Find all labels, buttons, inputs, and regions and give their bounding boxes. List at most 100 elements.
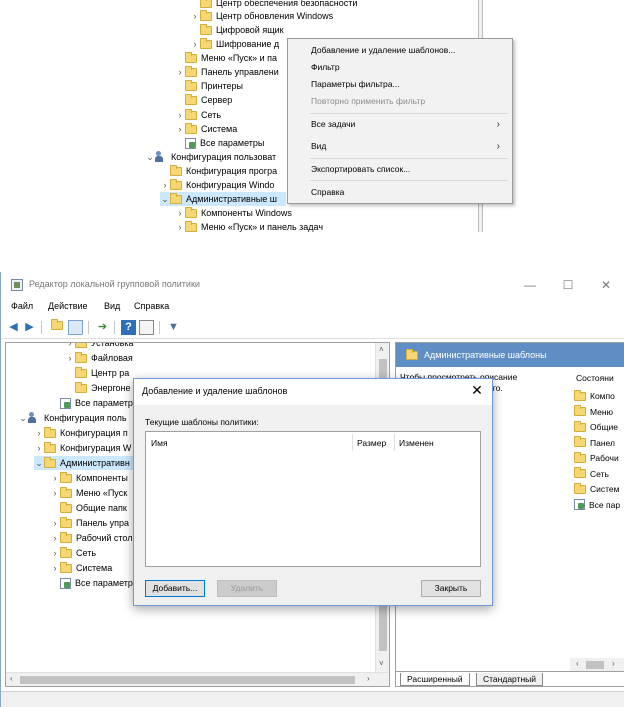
chevron-down-icon[interactable]: ⌄ <box>160 192 170 206</box>
title-bar[interactable]: Редактор локальной групповой политики — … <box>1 272 624 298</box>
ctx-add-remove-templates[interactable]: Добавление и удаление шаблонов... <box>288 42 512 59</box>
tree-item[interactable]: Все параметры <box>175 136 264 150</box>
help-icon[interactable]: ? <box>121 320 136 335</box>
chevron-right-icon[interactable]: › <box>65 343 75 350</box>
list-item[interactable]: Сеть <box>574 467 609 481</box>
forward-arrow-icon[interactable]: ▶ <box>22 320 37 335</box>
chevron-right-icon[interactable]: › <box>50 546 60 560</box>
tree-item[interactable]: Меню «Пуск» и па <box>175 51 277 65</box>
minimize-button[interactable]: — <box>515 276 545 294</box>
tree-item[interactable]: Все параметр <box>50 396 133 410</box>
right-horizontal-scrollbar[interactable]: ‹ › <box>570 658 624 672</box>
tree-item[interactable]: ⌄ Конфигурация поль <box>18 411 127 425</box>
tree-item[interactable]: › Шифрование д <box>190 37 279 51</box>
tree-item[interactable]: Энергоне <box>65 381 131 395</box>
properties-icon[interactable] <box>139 320 154 335</box>
list-item[interactable]: Общие <box>574 420 618 434</box>
list-item[interactable]: Все пар <box>574 498 620 512</box>
chevron-right-icon[interactable]: › <box>50 561 60 575</box>
column-header-size[interactable]: Размер <box>357 438 386 448</box>
chevron-right-icon[interactable]: › <box>160 178 170 192</box>
chevron-right-icon[interactable]: › <box>175 220 185 232</box>
column-header-name[interactable]: Имя <box>151 438 168 448</box>
list-item[interactable]: Панел <box>574 436 615 450</box>
ctx-view[interactable]: Вид › <box>288 138 512 155</box>
tree-item[interactable]: › Меню «Пуск <box>50 486 127 500</box>
tree-item[interactable]: Конфигурация програ <box>160 164 277 178</box>
chevron-right-icon[interactable]: › <box>34 426 44 440</box>
show-hide-tree-icon[interactable] <box>68 320 83 335</box>
tree-item[interactable]: Сервер <box>175 93 232 107</box>
tree-item[interactable]: Принтеры <box>175 79 243 93</box>
menu-file[interactable]: Файл <box>11 301 33 311</box>
chevron-right-icon[interactable]: › <box>34 441 44 455</box>
templates-list[interactable]: Имя Размер Изменен <box>145 431 481 567</box>
scroll-thumb[interactable] <box>586 661 604 669</box>
column-header-state[interactable]: Состояни <box>576 373 614 383</box>
chevron-right-icon[interactable]: › <box>175 65 185 79</box>
tree-item[interactable]: ⌄ Административные ш <box>160 192 286 206</box>
tree-item[interactable]: › Установка <box>65 343 134 350</box>
tree-item[interactable]: › Компоненты <box>50 471 128 485</box>
tree-item[interactable]: Центр ра <box>65 366 129 380</box>
tree-item[interactable]: › Меню «Пуск» и панель задач <box>175 220 323 232</box>
tree-item[interactable]: › Панель упра <box>50 516 129 530</box>
tree-item[interactable]: › Компоненты Windows <box>175 206 292 220</box>
menu-view[interactable]: Вид <box>104 301 120 311</box>
ctx-reapply-filter[interactable]: Повторно применить фильтр <box>288 93 512 110</box>
tree-item[interactable]: Все параметры <box>50 576 139 590</box>
back-arrow-icon[interactable]: ◀ <box>6 320 21 335</box>
tree-item[interactable]: › Система <box>50 561 112 575</box>
left-horizontal-scrollbar[interactable]: ‹ › <box>6 672 389 686</box>
tree-item[interactable]: › Система <box>175 122 237 136</box>
ctx-all-tasks[interactable]: Все задачи › <box>288 116 512 133</box>
dialog-close-icon[interactable]: ✕ <box>468 381 486 399</box>
filter-icon[interactable]: ▼ <box>166 320 181 335</box>
tree-item[interactable]: › Панель управлени <box>175 65 279 79</box>
list-item[interactable]: Меню <box>574 405 613 419</box>
tree-item[interactable]: › Сеть <box>50 546 96 560</box>
scroll-left-icon[interactable]: ‹ <box>576 659 579 668</box>
chevron-right-icon[interactable]: › <box>50 531 60 545</box>
folder-up-icon[interactable] <box>49 319 64 335</box>
chevron-down-icon[interactable]: ⌄ <box>145 150 155 164</box>
list-item[interactable]: Компо <box>574 389 615 403</box>
chevron-right-icon[interactable]: › <box>175 108 185 122</box>
menu-help[interactable]: Справка <box>134 301 169 311</box>
tree-item[interactable]: › Файловая <box>65 351 133 365</box>
tree-item[interactable]: Общие папк <box>50 501 127 515</box>
tree-item[interactable]: › Рабочий стол <box>50 531 133 545</box>
chevron-right-icon[interactable]: › <box>175 206 185 220</box>
maximize-button[interactable]: ☐ <box>553 276 583 294</box>
scroll-down-icon[interactable]: ˅ <box>379 659 384 668</box>
chevron-right-icon[interactable]: › <box>50 471 60 485</box>
chevron-down-icon[interactable]: ⌄ <box>18 411 28 425</box>
column-header-modified[interactable]: Изменен <box>399 438 434 448</box>
tree-item[interactable]: Цифровой ящик <box>190 23 284 37</box>
chevron-right-icon[interactable]: › <box>50 516 60 530</box>
remove-button[interactable]: Удалить <box>217 580 277 597</box>
tree-item[interactable]: › Конфигурация п <box>34 426 128 440</box>
tab-standard[interactable]: Стандартный <box>476 673 544 686</box>
ctx-filter[interactable]: Фильтр <box>288 59 512 76</box>
scroll-right-icon[interactable]: › <box>367 674 370 683</box>
add-button[interactable]: Добавить... <box>145 580 205 597</box>
ctx-help[interactable]: Справка <box>288 184 512 201</box>
tree-item[interactable]: › Конфигурация Windo <box>160 178 274 192</box>
scroll-right-icon[interactable]: › <box>612 659 615 668</box>
list-item[interactable]: Систем <box>574 482 620 496</box>
scroll-thumb[interactable] <box>20 676 355 684</box>
chevron-right-icon[interactable]: › <box>50 486 60 500</box>
ctx-filter-options[interactable]: Параметры фильтра... <box>288 76 512 93</box>
tree-item[interactable]: › Центр обновления Windows <box>190 9 333 23</box>
chevron-right-icon[interactable]: › <box>190 37 200 51</box>
scroll-left-icon[interactable]: ‹ <box>10 674 13 683</box>
list-item[interactable]: Рабочи <box>574 451 619 465</box>
tree-item[interactable]: ⌄ Конфигурация пользоват <box>145 150 276 164</box>
chevron-right-icon[interactable]: › <box>65 351 75 365</box>
tree-item[interactable]: ⌄ Административн <box>34 456 144 470</box>
tree-item[interactable]: › Конфигурация W <box>34 441 131 455</box>
close-button[interactable]: Закрыть <box>421 580 481 597</box>
tab-extended[interactable]: Расширенный <box>400 673 470 686</box>
ctx-export-list[interactable]: Экспортировать список... <box>288 161 512 178</box>
